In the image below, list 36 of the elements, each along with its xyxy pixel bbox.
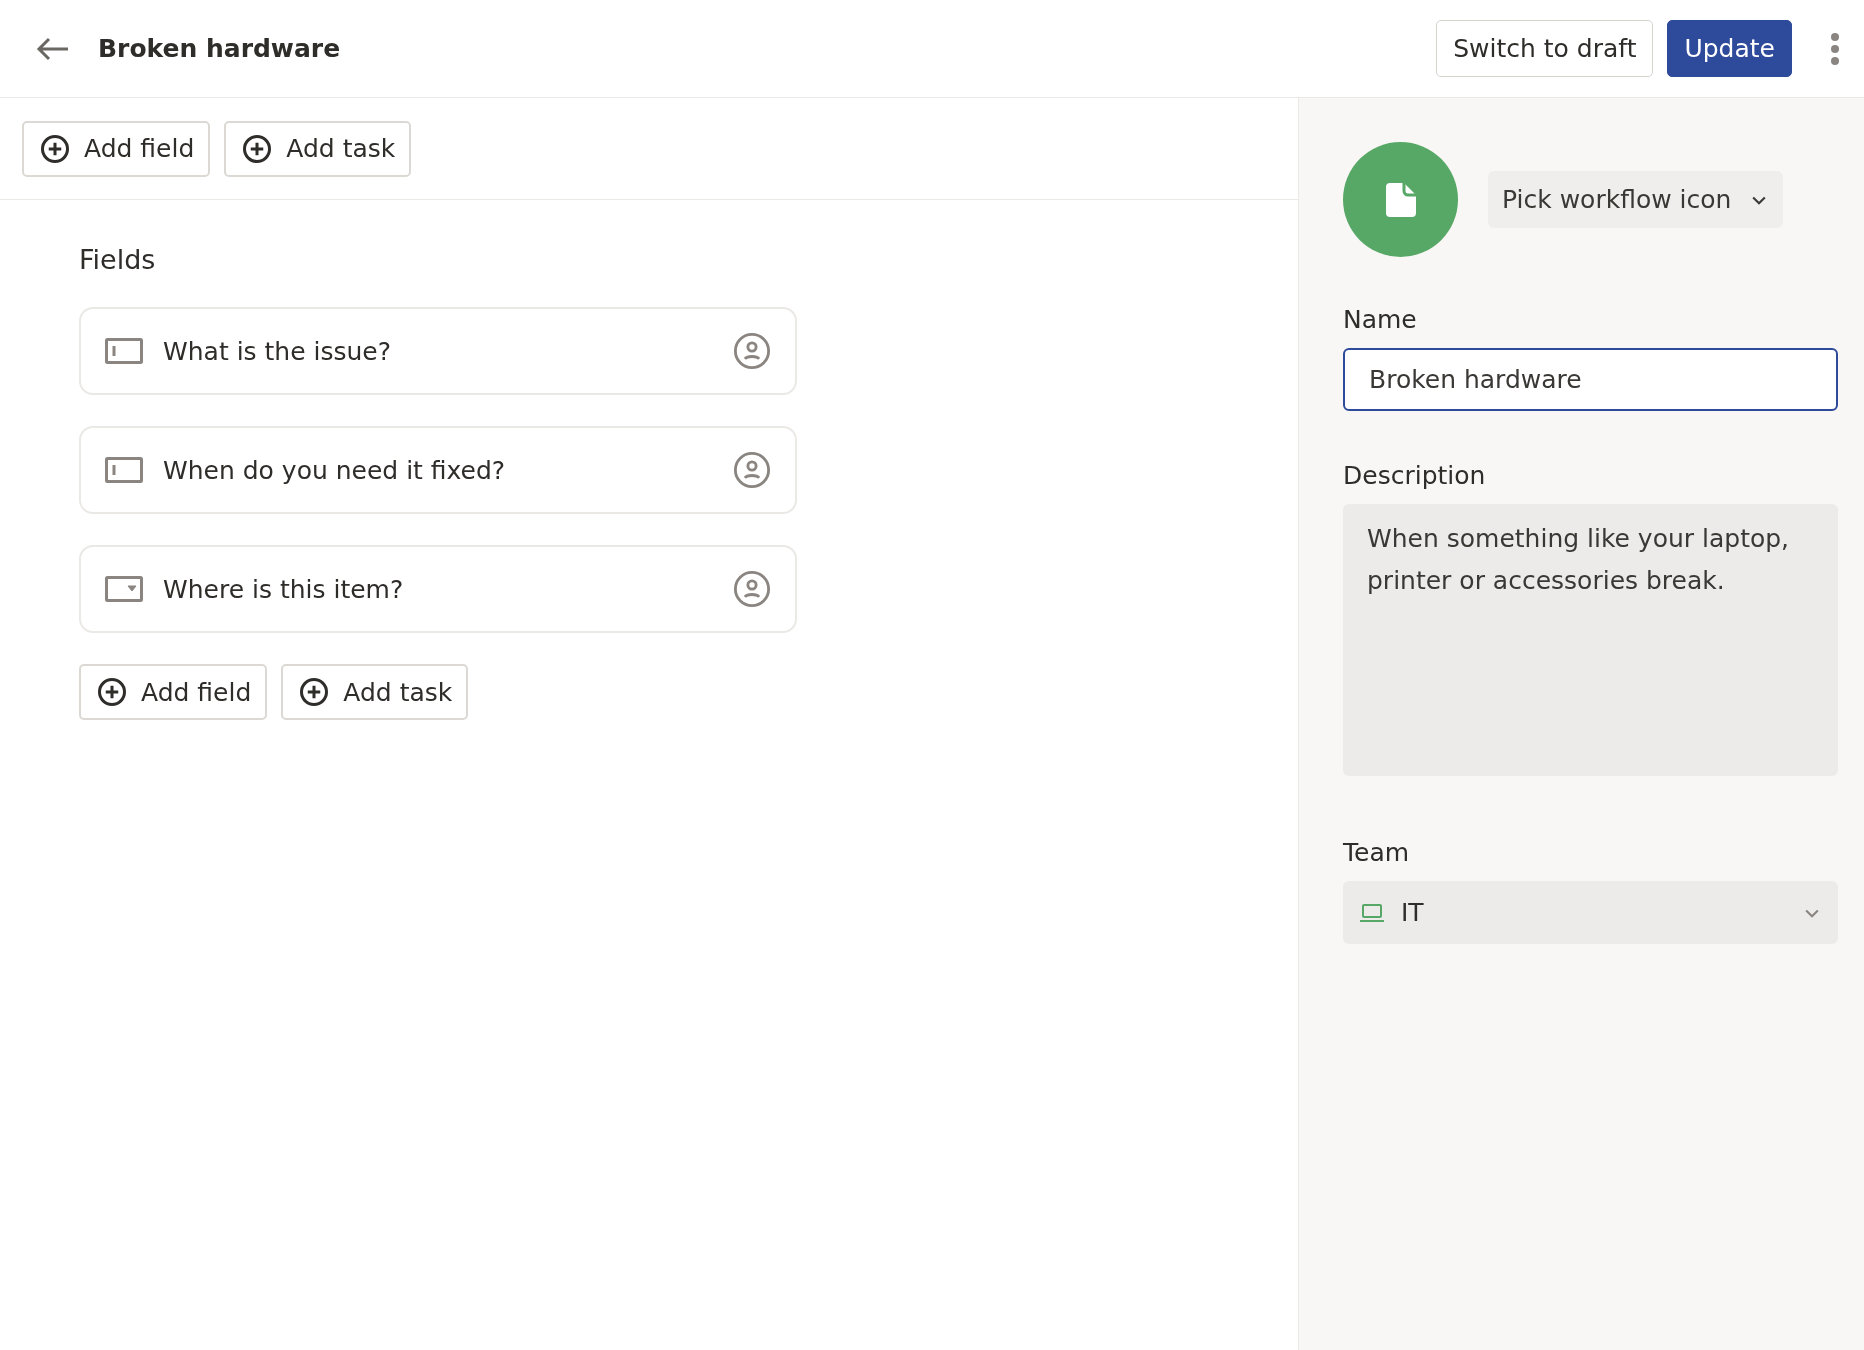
user-circle-icon[interactable]	[733, 570, 771, 608]
description-label: Description	[1343, 461, 1487, 490]
update-button[interactable]: Update	[1667, 20, 1792, 77]
add-button[interactable]: Add field	[22, 120, 211, 177]
plus-circle-icon	[242, 133, 273, 164]
team-label: Team	[1343, 838, 1411, 867]
field-label: When do you need it fixed?	[163, 455, 507, 485]
user-circle-icon[interactable]	[733, 451, 771, 489]
page-title: Broken hardware	[98, 34, 342, 63]
plus-circle-icon	[97, 677, 127, 707]
document-icon	[1383, 180, 1418, 219]
icon-picker-dropdown[interactable]: Pick workflow icon	[1488, 171, 1784, 228]
field-label: Where is this item?	[163, 574, 405, 604]
plus-circle-icon	[40, 133, 70, 164]
team-value: IT	[1401, 898, 1425, 927]
field-label: What is the issue?	[163, 336, 392, 366]
back-arrow-icon[interactable]	[36, 36, 70, 61]
team-select[interactable]: IT	[1343, 881, 1838, 944]
add-button[interactable]: Add task	[224, 120, 412, 177]
field-card[interactable]: What is the issue?	[79, 307, 797, 395]
add-button[interactable]: Add task	[281, 664, 469, 720]
section-heading: Fields	[79, 244, 157, 275]
text-field-icon	[105, 338, 143, 364]
laptop-icon	[1359, 902, 1385, 923]
user-circle-icon[interactable]	[733, 332, 771, 370]
more-vertical-icon[interactable]	[1830, 31, 1840, 66]
description-textarea[interactable]: When something like your laptop, printer or accessories break.	[1343, 504, 1838, 776]
dropdown-field-icon	[105, 576, 143, 602]
field-card[interactable]: Where is this item?	[79, 545, 797, 633]
name-input[interactable]: Broken hardware	[1343, 348, 1838, 411]
name-label: Name	[1343, 305, 1418, 334]
plus-circle-icon	[299, 677, 330, 707]
switch-to-draft-button[interactable]: Switch to draft	[1436, 20, 1654, 77]
field-card[interactable]: When do you need it fixed?	[79, 426, 797, 514]
text-field-icon	[105, 457, 143, 483]
add-button[interactable]: Add field	[79, 664, 268, 720]
